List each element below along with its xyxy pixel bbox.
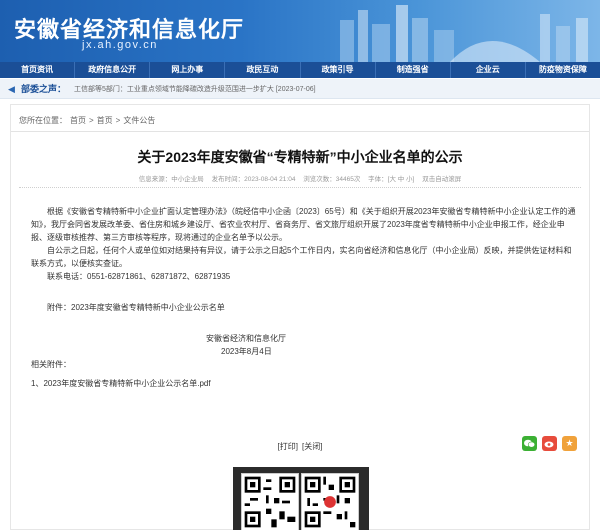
nav-item-policy[interactable]: 政策引导 xyxy=(301,62,376,78)
breadcrumb-prefix: 您所在位置： xyxy=(19,116,67,125)
attachments-label: 相关附件： xyxy=(31,360,71,369)
nav-item-epidemic-supplies[interactable]: 防疫物资保障 xyxy=(526,62,600,78)
print-close: [打印] [关闭] xyxy=(11,441,589,452)
qr-code-app xyxy=(301,473,359,530)
notice-bar: ◀ 部委之声： 工信部等5部门：工业重点领域节能降碳改造升级范围进一步扩大 [2… xyxy=(0,79,600,99)
article-panel: 您所在位置： 首页 > 首页 > 文件公告 关于2023年度安徽省“专精特新”中小企业名单… xyxy=(10,104,590,530)
main-nav: 首页资讯 政府信息公开 网上办事 政民互动 政策引导 制造强省 企业云 防疫物资… xyxy=(0,62,600,78)
article-title: 关于2023年度安徽省“专精特新”中小企业名单的公示 xyxy=(137,149,463,165)
breadcrumb-home-2[interactable]: 首页 xyxy=(97,116,113,125)
paragraph: 自公示之日起，任何个人或单位如对结果持有异议，请于公示之日起5个工作日内，实名向… xyxy=(31,246,572,268)
nav-item-gov-info[interactable]: 政府信息公开 xyxy=(75,62,151,78)
notice-link[interactable]: 工信部等5部门：工业重点领域节能降碳改造升级范围进一步扩大 [2023-07-0… xyxy=(74,84,316,94)
signature-org: 安徽省经济和信息化厅 xyxy=(206,334,286,343)
nav-item-enterprise-cloud[interactable]: 企业云 xyxy=(451,62,526,78)
divider xyxy=(11,131,589,132)
breadcrumb: 您所在位置： 首页 > 首页 > 文件公告 xyxy=(19,115,158,126)
skyline-banner-image xyxy=(340,5,588,62)
breadcrumb-home[interactable]: 首页 xyxy=(70,116,86,125)
divider xyxy=(19,187,581,188)
meta-views: 浏览次数：34465次 xyxy=(303,176,361,183)
breadcrumb-separator: > xyxy=(115,116,121,125)
attachment-file-link[interactable]: 1、2023年度安徽省专精特新中小企业公示名单.pdf xyxy=(31,377,576,390)
share-buttons: ★ xyxy=(522,436,577,451)
article-meta: 信息来源：中小企业局 发布时间：2023-08-04 21:04 浏览次数：34… xyxy=(11,173,589,183)
meta-font-size[interactable]: 字体：[大 中 小] xyxy=(368,176,414,183)
megaphone-icon: ◀ xyxy=(8,83,15,94)
meta-auto-scroll: 双击自动滚屏 xyxy=(422,176,462,183)
weibo-icon[interactable] xyxy=(542,436,557,451)
meta-source: 信息来源：中小企业局 xyxy=(138,176,204,183)
breadcrumb-current[interactable]: 文件公告 xyxy=(123,116,155,125)
article-body: 根据《安徽省专精特新中小企业扩面认定管理办法》（皖经信中小企函〔2023〕65号… xyxy=(31,205,576,390)
nav-item-interaction[interactable]: 政民互动 xyxy=(225,62,301,78)
meta-date: 发布时间：2023-08-04 21:04 xyxy=(211,176,296,183)
close-button[interactable]: [关闭] xyxy=(302,442,322,451)
site-header: 安徽省经济和信息化厅 jx.ah.gov.cn xyxy=(0,0,600,62)
wechat-icon[interactable] xyxy=(522,436,537,451)
signature-date: 2023年8月4日 xyxy=(221,347,272,356)
nav-item-home[interactable]: 首页资讯 xyxy=(0,62,76,78)
nav-item-online-service[interactable]: 网上办事 xyxy=(150,62,226,78)
breadcrumb-separator: > xyxy=(89,116,94,125)
contact-phone: 联系电话：0551-62871861、62871872、62871935 xyxy=(47,272,231,281)
attachment-note: 附件：2023年度安徽省专精特新中小企业公示名单 xyxy=(47,303,225,312)
paragraph: 根据《安徽省专精特新中小企业扩面认定管理办法》（皖经信中小企函〔2023〕65号… xyxy=(31,207,576,242)
star-icon[interactable]: ★ xyxy=(562,436,577,451)
print-button[interactable]: [打印] xyxy=(278,442,298,451)
nav-item-manufacturing[interactable]: 制造强省 xyxy=(376,62,451,78)
site-url[interactable]: jx.ah.gov.cn xyxy=(82,39,158,51)
notice-label: 部委之声： xyxy=(21,84,67,94)
qr-code-wechat xyxy=(241,473,299,530)
